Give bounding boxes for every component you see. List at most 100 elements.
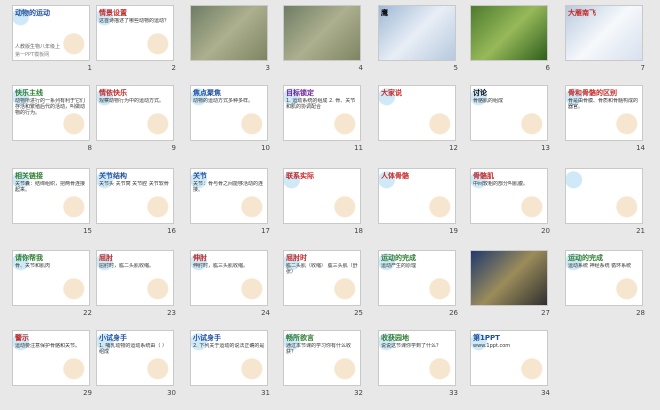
slide-body-text: 通过本节课的学习你有什么收获？	[286, 343, 352, 355]
slide-body-text	[568, 181, 640, 221]
slide-thumbnail-14[interactable]: 骨和骨骼的区别 骨是由骨膜、骨质和骨髓构成的器官。	[565, 85, 643, 141]
slide-title: 第1PPT	[473, 334, 500, 342]
slide-thumbnail-31[interactable]: 小试身手 2. 下列关于运动的说法正确的是	[190, 330, 268, 386]
slide-content: 情依快乐 观察动物行为中的运动方式。	[97, 86, 173, 140]
slide-thumbnail-27[interactable]	[470, 250, 548, 306]
slide-content: 骨和骨骼的区别 骨是由骨膜、骨质和骨髓构成的器官。	[566, 86, 642, 140]
slide-footer: 第一PPT模板网	[15, 52, 50, 58]
slide-content	[566, 169, 642, 223]
slide-body-text: www.1ppt.com	[473, 343, 511, 349]
slide-thumbnail-21[interactable]	[565, 168, 643, 224]
slide-thumbnail-26[interactable]: 运动的完成 运动产生的原理	[378, 250, 456, 306]
slide-thumbnail-23[interactable]: 屈肘 屈肘时，肱二头肌收缩。	[96, 250, 174, 306]
slide-thumbnail-2[interactable]: 情景设置 这首诗描述了哪些动物的运动？	[96, 5, 174, 61]
slide-thumbnail-33[interactable]: 收获园地 说说这节课你学到了什么？	[378, 330, 456, 386]
slide-body-text: 运动产生的原理	[381, 263, 417, 269]
slide-number: 15	[83, 227, 92, 235]
slide-body-text: 说说这节课你学到了什么？	[381, 343, 442, 349]
slide-title: 伸肘	[193, 254, 207, 262]
slide-body-text	[473, 18, 545, 58]
slide-thumbnail-24[interactable]: 伸肘 伸肘时，肱三头肌收缩。	[190, 250, 268, 306]
slide-number: 27	[541, 309, 550, 317]
slide-body-text: 骨是由骨膜、骨质和骨髓构成的器官。	[568, 98, 639, 110]
slide-thumbnail-5[interactable]: 鹰	[378, 5, 456, 61]
slide-thumbnail-6[interactable]	[470, 5, 548, 61]
slide-thumbnail-11[interactable]: 目标锁定 1. 运动系统的组成 2. 骨、关节和肌的协调配合	[283, 85, 361, 141]
slide-number: 10	[261, 144, 270, 152]
slide-body-text: 肱二头肌（收缩） 肱三头肌（舒张）	[286, 263, 358, 275]
slide-body-text: 动物的运动方式多种多样。	[193, 98, 254, 104]
slide-title: 联系实际	[286, 172, 314, 180]
slide-body-text: 伸肘时，肱三头肌收缩。	[193, 263, 249, 269]
slide-subtitle: 人教版生物八年级上	[15, 44, 61, 50]
slide-content: 伸肘 伸肘时，肱三头肌收缩。	[191, 251, 267, 305]
slide-content: 收获园地 说说这节课你学到了什么？	[379, 331, 455, 385]
slide-thumbnail-7[interactable]: 大雁南飞	[565, 5, 643, 61]
slide-content: 小试身手 1. 哺乳动物的运动系统由（ ）组成	[97, 331, 173, 385]
slide-content: 目标锁定 1. 运动系统的组成 2. 骨、关节和肌的协调配合	[284, 86, 360, 140]
slide-number: 7	[640, 64, 645, 72]
slide-body-text	[286, 181, 358, 221]
slide-thumbnail-3[interactable]	[190, 5, 268, 61]
slide-body-text: 2. 下列关于运动的说法正确的是	[193, 343, 265, 349]
slide-thumbnail-8[interactable]: 快乐主线 动物所进行的一系列有利于它们存活和繁殖后代的活动，叫做动物的行为。	[12, 85, 90, 141]
slide-thumbnail-16[interactable]: 关节结构 关节头 关节窝 关节腔 关节软骨	[96, 168, 174, 224]
slide-number: 8	[87, 144, 92, 152]
slide-title: 屈肘时	[286, 254, 307, 262]
slide-body-text: 关节：骨与骨之间能够活动的连接。	[193, 181, 264, 193]
slide-number: 9	[171, 144, 176, 152]
slide-content	[191, 6, 267, 60]
slide-thumbnail-34[interactable]: 第1PPT www.1ppt.com	[470, 330, 548, 386]
slide-body-text: 运动系统 神经系统 循环系统	[568, 263, 632, 269]
slide-thumbnail-28[interactable]: 运动的完成 运动系统 神经系统 循环系统	[565, 250, 643, 306]
slide-title: 收获园地	[381, 334, 409, 342]
slide-title: 鹰	[381, 9, 388, 17]
slide-number: 17	[261, 227, 270, 235]
slide-thumbnail-25[interactable]: 屈肘时 肱二头肌（收缩） 肱三头肌（舒张）	[283, 250, 361, 306]
slide-thumbnail-1[interactable]: 动物的运动 人教版生物八年级上 第一PPT模板网	[12, 5, 90, 61]
slide-content	[284, 6, 360, 60]
slide-thumbnail-9[interactable]: 情依快乐 观察动物行为中的运动方式。	[96, 85, 174, 141]
slide-body-text	[193, 18, 265, 58]
slide-content: 关节 关节：骨与骨之间能够活动的连接。	[191, 169, 267, 223]
slide-title: 小试身手	[99, 334, 127, 342]
slide-body-text: 1. 运动系统的组成 2. 骨、关节和肌的协调配合	[286, 98, 356, 110]
slide-title: 焦点聚焦	[193, 89, 221, 97]
slide-content: 联系实际	[284, 169, 360, 223]
slide-title: 快乐主线	[15, 89, 43, 97]
slide-title: 相关链接	[15, 172, 43, 180]
slide-thumbnail-19[interactable]: 人体骨骼	[378, 168, 456, 224]
slide-number: 18	[354, 227, 363, 235]
slide-thumbnail-4[interactable]	[283, 5, 361, 61]
slide-thumbnail-32[interactable]: 畅所欲言 通过本节课的学习你有什么收获？	[283, 330, 361, 386]
slide-thumbnail-30[interactable]: 小试身手 1. 哺乳动物的运动系统由（ ）组成	[96, 330, 174, 386]
slide-number: 23	[167, 309, 176, 317]
slide-title: 大雁南飞	[568, 9, 596, 17]
slide-thumbnail-13[interactable]: 讨论 骨骼肌的组成	[470, 85, 548, 141]
slide-thumbnail-18[interactable]: 联系实际	[283, 168, 361, 224]
slide-content: 小试身手 2. 下列关于运动的说法正确的是	[191, 331, 267, 385]
slide-body-text	[381, 181, 453, 221]
slide-number: 11	[354, 144, 363, 152]
slide-content: 运动的完成 运动产生的原理	[379, 251, 455, 305]
slide-thumbnail-15[interactable]: 相关链接 关节囊：结缔组织，把两骨连接起来。	[12, 168, 90, 224]
slide-thumbnail-20[interactable]: 骨骼肌 中间较粗的部分叫肌腹。	[470, 168, 548, 224]
slide-body-text	[473, 263, 545, 303]
slide-thumbnail-12[interactable]: 大家说	[378, 85, 456, 141]
slide-body-text: 观察动物行为中的运动方式。	[99, 98, 165, 104]
slide-number: 19	[449, 227, 458, 235]
slide-number: 26	[449, 309, 458, 317]
slide-title: 屈肘	[99, 254, 113, 262]
slide-content: 动物的运动 人教版生物八年级上 第一PPT模板网	[13, 6, 89, 60]
slide-content: 快乐主线 动物所进行的一系列有利于它们存活和繁殖后代的活动，叫做动物的行为。	[13, 86, 89, 140]
slide-content: 焦点聚焦 动物的运动方式多种多样。	[191, 86, 267, 140]
slide-thumbnail-10[interactable]: 焦点聚焦 动物的运动方式多种多样。	[190, 85, 268, 141]
slide-number: 34	[541, 389, 550, 397]
slide-content: 大雁南飞	[566, 6, 642, 60]
slide-title: 骨和骨骼的区别	[568, 89, 617, 97]
slide-thumbnail-22[interactable]: 请你帮我 骨、关节和肌肉	[12, 250, 90, 306]
slide-thumbnail-17[interactable]: 关节 关节：骨与骨之间能够活动的连接。	[190, 168, 268, 224]
slide-thumbnail-29[interactable]: 警示 运动要注意保护骨骼和关节。	[12, 330, 90, 386]
slide-number: 4	[358, 64, 363, 72]
slide-body-text: 这首诗描述了哪些动物的运动？	[99, 18, 170, 24]
